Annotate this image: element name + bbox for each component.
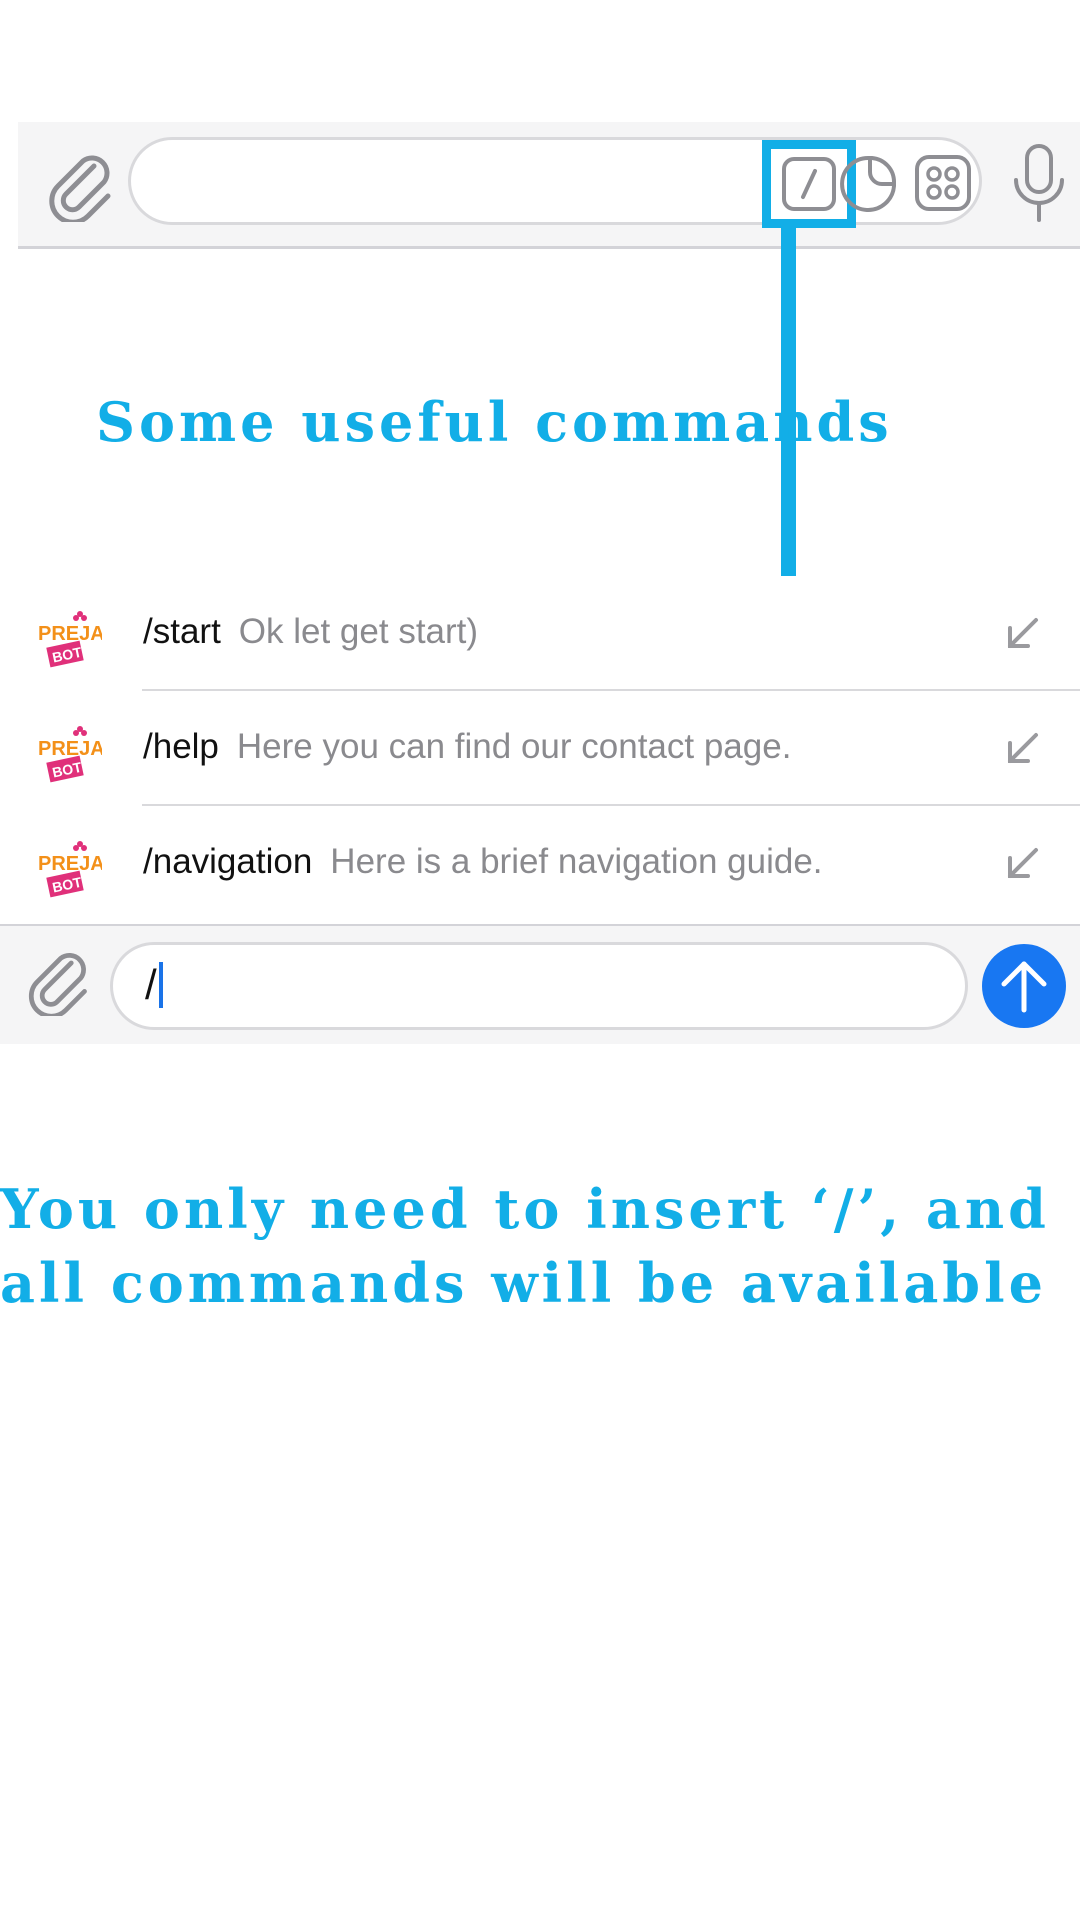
command-description: Here you can find our contact page. xyxy=(236,727,792,766)
insert-arrow-icon[interactable] xyxy=(1004,731,1040,767)
apps-grid-icon[interactable] xyxy=(914,154,972,212)
command-name: /start xyxy=(143,612,221,651)
message-input[interactable]: / xyxy=(110,942,968,1030)
command-row-start[interactable]: PREJA BOT /start Ok let get start) xyxy=(0,576,1080,691)
paperclip-icon[interactable] xyxy=(22,944,94,1016)
command-name: /navigation xyxy=(143,842,313,881)
insert-arrow-icon[interactable] xyxy=(1004,846,1040,882)
svg-text:PREJA: PREJA xyxy=(38,853,102,875)
caption-line-2: all commands will be available xyxy=(0,1251,1047,1315)
command-row-navigation[interactable]: PREJA BOT /navigation Here is a brief nav… xyxy=(0,806,1080,921)
command-description: Ok let get start) xyxy=(238,612,479,651)
insert-arrow-icon[interactable] xyxy=(1004,616,1040,652)
bot-avatar: PREJA BOT xyxy=(38,726,102,783)
tutorial-page: Some useful commands PREJA BOT /start Ok … xyxy=(0,0,1080,1920)
message-input-value: / xyxy=(145,961,157,1008)
send-button[interactable] xyxy=(982,944,1066,1028)
instruction-caption: You only need to insert ‘/’, and all com… xyxy=(0,1172,1050,1320)
bot-avatar: PREJA BOT xyxy=(38,611,102,668)
send-arrow-icon xyxy=(1001,961,1047,1013)
paperclip-icon[interactable] xyxy=(42,146,118,222)
command-row-help[interactable]: PREJA BOT /help Here you can find our con… xyxy=(0,691,1080,806)
microphone-icon[interactable] xyxy=(1010,142,1068,228)
sticker-icon[interactable] xyxy=(838,152,898,216)
text-caret xyxy=(158,961,163,1008)
command-suggestion-list: PREJA BOT /start Ok let get start) PREJA … xyxy=(0,576,1080,924)
command-description: Here is a brief navigation guide. xyxy=(330,842,823,881)
bot-avatar: PREJA BOT xyxy=(38,841,102,898)
top-message-bar xyxy=(18,122,1080,249)
caption-line-1: You only need to insert ‘/’, and xyxy=(0,1177,1050,1241)
bottom-message-bar: / xyxy=(0,924,1080,1044)
command-name: /help xyxy=(143,727,219,766)
svg-text:PREJA: PREJA xyxy=(38,623,102,645)
heading-useful-commands: Some useful commands xyxy=(96,390,893,454)
svg-text:PREJA: PREJA xyxy=(38,738,102,760)
